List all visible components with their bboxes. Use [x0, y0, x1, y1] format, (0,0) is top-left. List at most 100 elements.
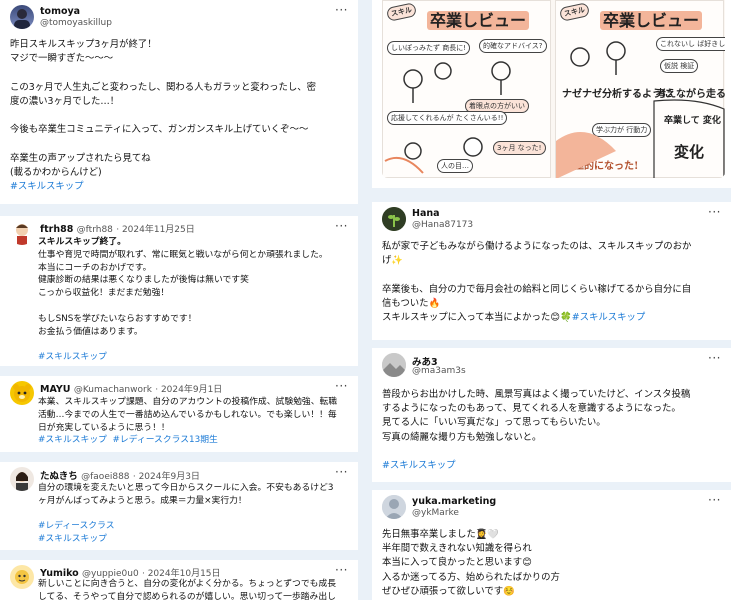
author-name-text: たぬきち	[40, 471, 78, 482]
text-line: 入るか迷ってる方、始められたばかりの方	[382, 571, 560, 583]
hashtag-link[interactable]: #スキルスキップ	[10, 180, 350, 194]
post-date[interactable]: · 2024年9月1日	[155, 385, 222, 395]
tweet-header: Hana @Hana87173 ···	[382, 205, 723, 235]
stick-figures-icon	[384, 61, 511, 174]
tweet-card-yumiko[interactable]: Yumiko @yuppie0u0 · 2024年10月15日 ··· 新しいこ…	[0, 560, 358, 600]
graduation-illustration[interactable]: スキル 卒業しビュー しいぽっみたず 商長に! 的確なアドバイス? 着眼点の方が…	[382, 0, 725, 178]
tweet-text: 昨日スキルスキップ3ヶ月が終了！ マジで一瞬すぎた〜〜〜 この3ヶ月で人生丸ごと…	[10, 38, 350, 194]
text-line: マジで一瞬すぎた〜〜〜	[10, 53, 114, 65]
author-name[interactable]: yuka.marketing	[412, 496, 496, 507]
text-line: 写真の綺麗な撮り方も勉強しないと。	[382, 431, 542, 443]
tweet-text: 私が家で子どもみながら働けるようになったのは、スキルスキップのおか げ✨ 卒業後…	[382, 240, 723, 325]
author-name[interactable]: ftrh88 @ftrh88 · 2024年11月25日	[40, 222, 195, 235]
hashtag-link[interactable]: #スキルスキップ	[38, 351, 350, 364]
more-options-icon[interactable]: ···	[335, 465, 348, 479]
tweet-header: みあ3 @ma3am3s ···	[382, 351, 723, 381]
text-line: 本当にコーチのおかげです。	[38, 262, 152, 273]
avatar-bear-icon	[13, 384, 31, 402]
post-date[interactable]: · 2024年9月3日	[133, 472, 200, 482]
tweet-card-ftrh88[interactable]: ftrh88 @ftrh88 · 2024年11月25日 ··· スキルスキップ…	[0, 216, 358, 366]
tweet-card-yuka[interactable]: yuka.marketing @ykMarke ··· 先日無事卒業しました👩‍…	[372, 490, 731, 600]
text-line: 見てる人に「いい写真だな」って思ってもらいたい。	[382, 417, 606, 429]
text-line: スキルスキップ終了。	[38, 237, 126, 247]
avatar[interactable]	[10, 381, 34, 405]
tweet-card-tomoya[interactable]: tomoya @tomoyaskillup ··· 昨日スキルスキップ3ヶ月が終…	[0, 0, 358, 204]
author-handle[interactable]: @tomoyaskillup	[40, 18, 112, 28]
author-name[interactable]: MAYU @Kumachanwork · 2024年9月1日	[40, 382, 222, 395]
tweet-text: 本業、スキルスキップ課題、自分のアカウントの投稿作成、試験勉強、転職 活動…今ま…	[38, 396, 350, 447]
avatar-photo-icon	[16, 472, 28, 491]
author-name-text: ftrh88	[40, 224, 74, 235]
text-line: この3ヶ月で人生丸ごと変わったし、関わる人もガラッと変わったし、密	[10, 81, 316, 93]
tweet-text: 普段からお出かけした時、風景写真はよく撮っていたけど、インスタ投稿 するようにな…	[382, 388, 723, 473]
author-handle[interactable]: @Hana87173	[412, 220, 473, 230]
text-line: 私が家で子どもみながら働けるようになったのは、スキルスキップのおか	[382, 241, 692, 252]
author-handle[interactable]: @faoei888	[81, 472, 129, 482]
tweet-card-mayu[interactable]: MAYU @Kumachanwork · 2024年9月1日 ··· 本業、スキ…	[0, 376, 358, 452]
more-options-icon[interactable]: ···	[335, 379, 348, 393]
text-line: ぜひぜひ頑張って欲しいです☺️	[382, 585, 515, 597]
text-line: 普段からお出かけした時、風景写真はよく撮っていたけど、インスタ投稿	[382, 389, 691, 400]
avatar[interactable]	[10, 467, 34, 491]
tweet-card-tanukichi[interactable]: たぬきち @faoei888 · 2024年9月3日 ··· 自分の環境を変えた…	[0, 462, 358, 550]
author-handle[interactable]: @ykMarke	[412, 508, 459, 518]
avatar[interactable]	[10, 221, 34, 245]
author-name[interactable]: Hana	[412, 208, 440, 219]
hashtag-link[interactable]: #スキルスキップ	[382, 459, 723, 473]
text-line: 本当に入って良かったと思います😊	[382, 557, 532, 569]
tweet-text: 先日無事卒業しました👩‍🎓🤍 半年間で数えきれない知識を得られ 本当に入って良か…	[382, 528, 723, 599]
author-handle[interactable]: @ftrh88	[77, 225, 113, 235]
tweet-header: yuka.marketing @ykMarke ···	[382, 493, 723, 523]
avatar-plant-icon	[382, 207, 406, 231]
text-line: こっから収益化！まだまだ勉強！	[38, 288, 170, 299]
more-options-icon[interactable]: ···	[335, 3, 348, 17]
text-line: 健康診断の結果は悪くなりましたが後悔は無いです笑	[38, 275, 249, 286]
text-line: もしSNSを学びたいならおすすめです！	[38, 313, 197, 324]
text-line: 半年間で数えきれない知識を得られ	[382, 543, 532, 555]
text-line: ヶ月がんばってみようと思う。成果＝力量×実行力！	[38, 495, 247, 506]
avatar[interactable]	[382, 495, 406, 519]
text-line: 先日無事卒業しました👩‍🎓🤍	[382, 529, 500, 540]
more-options-icon[interactable]: ···	[708, 205, 721, 219]
hashtag-link[interactable]: #スキルスキップ	[38, 435, 107, 445]
text-line: 自分の環境を変えたいと思って今日からスクールに入会。不安もあるけど3	[38, 483, 334, 493]
avatar[interactable]	[10, 565, 34, 589]
text-line: 日が充実しているように思う！！	[38, 422, 170, 433]
avatar[interactable]	[10, 5, 34, 29]
more-options-icon[interactable]: ···	[708, 493, 721, 507]
tweet-card-illustration[interactable]: スキル 卒業しビュー しいぽっみたず 商長に! 的確なアドバイス? 着眼点の方が…	[372, 0, 731, 188]
text-line: スキルスキップに入って本当によかった😊🍀	[382, 312, 572, 323]
hashtag-link[interactable]: #レディースクラス	[38, 520, 350, 533]
tweet-text: 自分の環境を変えたいと思って今日からスクールに入会。不安もあるけど3 ヶ月がんば…	[38, 482, 350, 546]
stick-figures-icon	[556, 41, 725, 178]
text-line: 今後も卒業生コミュニティに入って、ガンガンスキル上げていくぞ〜〜	[10, 124, 309, 136]
tweet-card-mia3[interactable]: みあ3 @ma3am3s ··· 普段からお出かけした時、風景写真はよく撮ってい…	[372, 348, 731, 482]
author-name[interactable]: たぬきち @faoei888 · 2024年9月3日	[40, 468, 200, 482]
hashtag-link[interactable]: #スキルスキップ	[38, 533, 350, 546]
text-line: お金払う価値はあります。	[38, 326, 143, 337]
author-handle[interactable]: @ma3am3s	[412, 366, 466, 376]
text-line: してる、そうやって自分で認められるのが嬉しい。思い切って一歩踏み出し	[38, 591, 336, 600]
more-options-icon[interactable]: ···	[335, 563, 348, 577]
avatar-photo-icon	[14, 9, 30, 29]
text-line: 本業、スキルスキップ課題、自分のアカウントの投稿作成、試験勉強、転職	[38, 397, 338, 407]
more-options-icon[interactable]: ···	[708, 351, 721, 365]
text-line: 活動…今までの人生で一番詰め込んでいるかもしれない。でも楽しい！！毎	[38, 409, 337, 420]
avatar-cartoon-icon	[16, 224, 28, 245]
more-options-icon[interactable]: ···	[335, 219, 348, 233]
avatar[interactable]	[382, 353, 406, 377]
text-line: 新しいことに向き合うと、自分の変化がよく分かる。ちょっとずつでも成長	[38, 579, 337, 589]
author-handle[interactable]: @Kumachanwork	[74, 385, 152, 395]
hashtag-link[interactable]: #レディースクラス13期生	[113, 435, 218, 445]
illustration-panel-right: スキル 卒業しビュー これないし ば好きしてない! 仮説 検証 ナゼナゼ分析する…	[555, 0, 725, 178]
text-line: するようになったのもあって、見てくれる人を意識するようになった。	[382, 403, 681, 415]
post-date[interactable]: · 2024年11月25日	[116, 225, 195, 235]
hashtag-link[interactable]: #スキルスキップ	[572, 312, 645, 323]
illustration-panel-left: スキル 卒業しビュー しいぽっみたず 商長に! 的確なアドバイス? 着眼点の方が…	[382, 0, 551, 178]
tweet-card-hana[interactable]: Hana @Hana87173 ··· 私が家で子どもみながら働けるようになった…	[372, 202, 731, 340]
tweet-text: 新しいことに向き合うと、自分の変化がよく分かる。ちょっとずつでも成長 してる、そ…	[38, 578, 350, 600]
author-name[interactable]: tomoya	[40, 6, 80, 17]
avatar[interactable]	[382, 207, 406, 231]
text-line: 仕事や育児で時間が取れず、常に眠気と戦いながら何とか頑張れました。	[38, 249, 328, 260]
tweet-text: スキルスキップ終了。 仕事や育児で時間が取れず、常に眠気と戦いながら何とか頑張れ…	[38, 236, 350, 364]
